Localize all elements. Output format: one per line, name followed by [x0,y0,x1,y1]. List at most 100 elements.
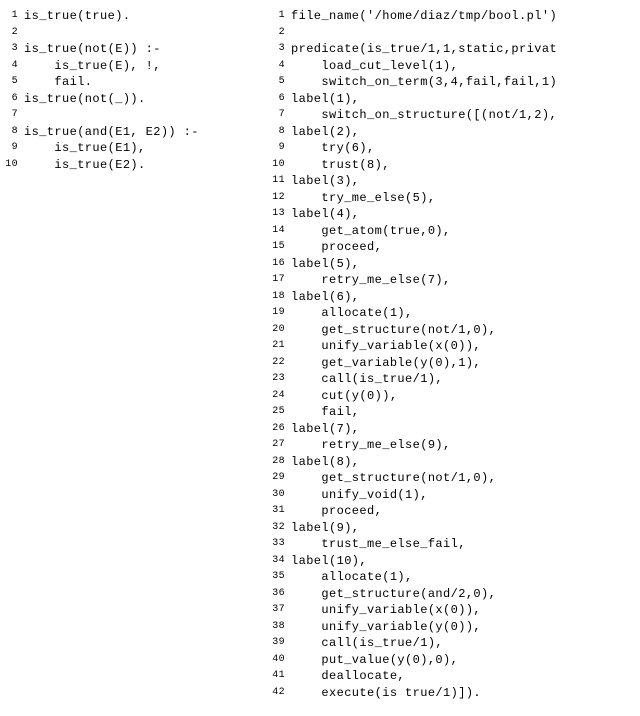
compiled-code-column: 1file_name('/home/diaz/tmp/bool.pl')23pr… [271,8,636,701]
line-text: get_structure(not/1,0), [291,470,496,487]
left-line: 8is_true(and(E1, E2)) :- [4,124,259,141]
left-line: 1is_true(true). [4,8,259,25]
line-text: trust(8), [291,157,390,174]
line-number: 32 [271,520,291,537]
line-number: 14 [271,223,291,240]
line-text: label(9), [291,520,359,537]
line-number: 2 [4,25,24,42]
right-line: 13label(4), [271,206,636,223]
line-text: call(is_true/1), [291,371,443,388]
right-line: 35 allocate(1), [271,569,636,586]
right-line: 9 try(6), [271,140,636,157]
line-number: 8 [271,124,291,141]
code-columns: 1is_true(true).23is_true(not(E)) :-4 is_… [4,8,636,701]
line-text: switch_on_term(3,4,fail,fail,1) [291,74,557,91]
left-line: 2 [4,25,259,42]
line-text: put_value(y(0),0), [291,652,458,669]
line-text: label(3), [291,173,359,190]
line-text: unify_variable(y(0)), [291,619,481,636]
right-line: 19 allocate(1), [271,305,636,322]
right-line: 11label(3), [271,173,636,190]
line-text: fail, [291,404,359,421]
line-text: label(4), [291,206,359,223]
line-text: is_true(E2). [24,157,146,174]
right-line: 34label(10), [271,553,636,570]
line-text: switch_on_structure([(not/1,2), [291,107,557,124]
line-number: 29 [271,470,291,487]
line-number: 22 [271,355,291,372]
line-number: 5 [4,74,24,91]
line-number: 19 [271,305,291,322]
line-number: 27 [271,437,291,454]
line-text: is_true(E1), [24,140,146,157]
line-number: 9 [271,140,291,157]
right-line: 21 unify_variable(x(0)), [271,338,636,355]
line-text: execute(is true/1)]). [291,685,481,702]
line-text: retry_me_else(7), [291,272,451,289]
line-text: get_structure(and/2,0), [291,586,496,603]
line-text: file_name('/home/diaz/tmp/bool.pl') [291,8,557,25]
line-text: unify_variable(x(0)), [291,602,481,619]
right-line: 15 proceed, [271,239,636,256]
line-number: 26 [271,421,291,438]
line-text: unify_void(1), [291,487,428,504]
line-text: retry_me_else(9), [291,437,451,454]
line-text: cut(y(0)), [291,388,397,405]
right-line: 28label(8), [271,454,636,471]
line-number: 21 [271,338,291,355]
line-number: 33 [271,536,291,553]
line-number: 11 [271,173,291,190]
line-number: 3 [271,41,291,58]
line-text: load_cut_level(1), [291,58,458,75]
right-line: 2 [271,25,636,42]
right-line: 18label(6), [271,289,636,306]
right-line: 41 deallocate, [271,668,636,685]
line-number: 1 [271,8,291,25]
line-text: try_me_else(5), [291,190,435,207]
line-number: 39 [271,635,291,652]
line-text: label(5), [291,256,359,273]
line-number: 6 [4,91,24,108]
line-text: proceed, [291,503,382,520]
right-line: 24 cut(y(0)), [271,388,636,405]
right-line: 42 execute(is true/1)]). [271,685,636,702]
right-line: 12 try_me_else(5), [271,190,636,207]
right-line: 10 trust(8), [271,157,636,174]
right-line: 32label(9), [271,520,636,537]
line-number: 16 [271,256,291,273]
right-line: 36 get_structure(and/2,0), [271,586,636,603]
line-text: label(2), [291,124,359,141]
line-text: label(6), [291,289,359,306]
line-text: deallocate, [291,668,405,685]
right-line: 29 get_structure(not/1,0), [271,470,636,487]
right-line: 8label(2), [271,124,636,141]
right-line: 22 get_variable(y(0),1), [271,355,636,372]
line-number: 30 [271,487,291,504]
right-line: 33 trust_me_else_fail, [271,536,636,553]
line-text: trust_me_else_fail, [291,536,466,553]
line-number: 9 [4,140,24,157]
line-text: unify_variable(x(0)), [291,338,481,355]
right-line: 16label(5), [271,256,636,273]
line-text: get_structure(not/1,0), [291,322,496,339]
line-number: 3 [4,41,24,58]
line-number: 4 [271,58,291,75]
line-number: 37 [271,602,291,619]
right-line: 3predicate(is_true/1,1,static,privat [271,41,636,58]
line-number: 13 [271,206,291,223]
line-number: 12 [271,190,291,207]
line-text: is_true(and(E1, E2)) :- [24,124,199,141]
line-number: 34 [271,553,291,570]
line-text: fail. [24,74,92,91]
line-text: label(8), [291,454,359,471]
line-text: allocate(1), [291,569,413,586]
line-text: call(is_true/1), [291,635,443,652]
source-code-column: 1is_true(true).23is_true(not(E)) :-4 is_… [4,8,259,701]
line-number: 7 [271,107,291,124]
line-number: 10 [4,157,24,174]
right-line: 38 unify_variable(y(0)), [271,619,636,636]
line-number: 36 [271,586,291,603]
left-line: 10 is_true(E2). [4,157,259,174]
line-text: proceed, [291,239,382,256]
line-text: try(6), [291,140,375,157]
